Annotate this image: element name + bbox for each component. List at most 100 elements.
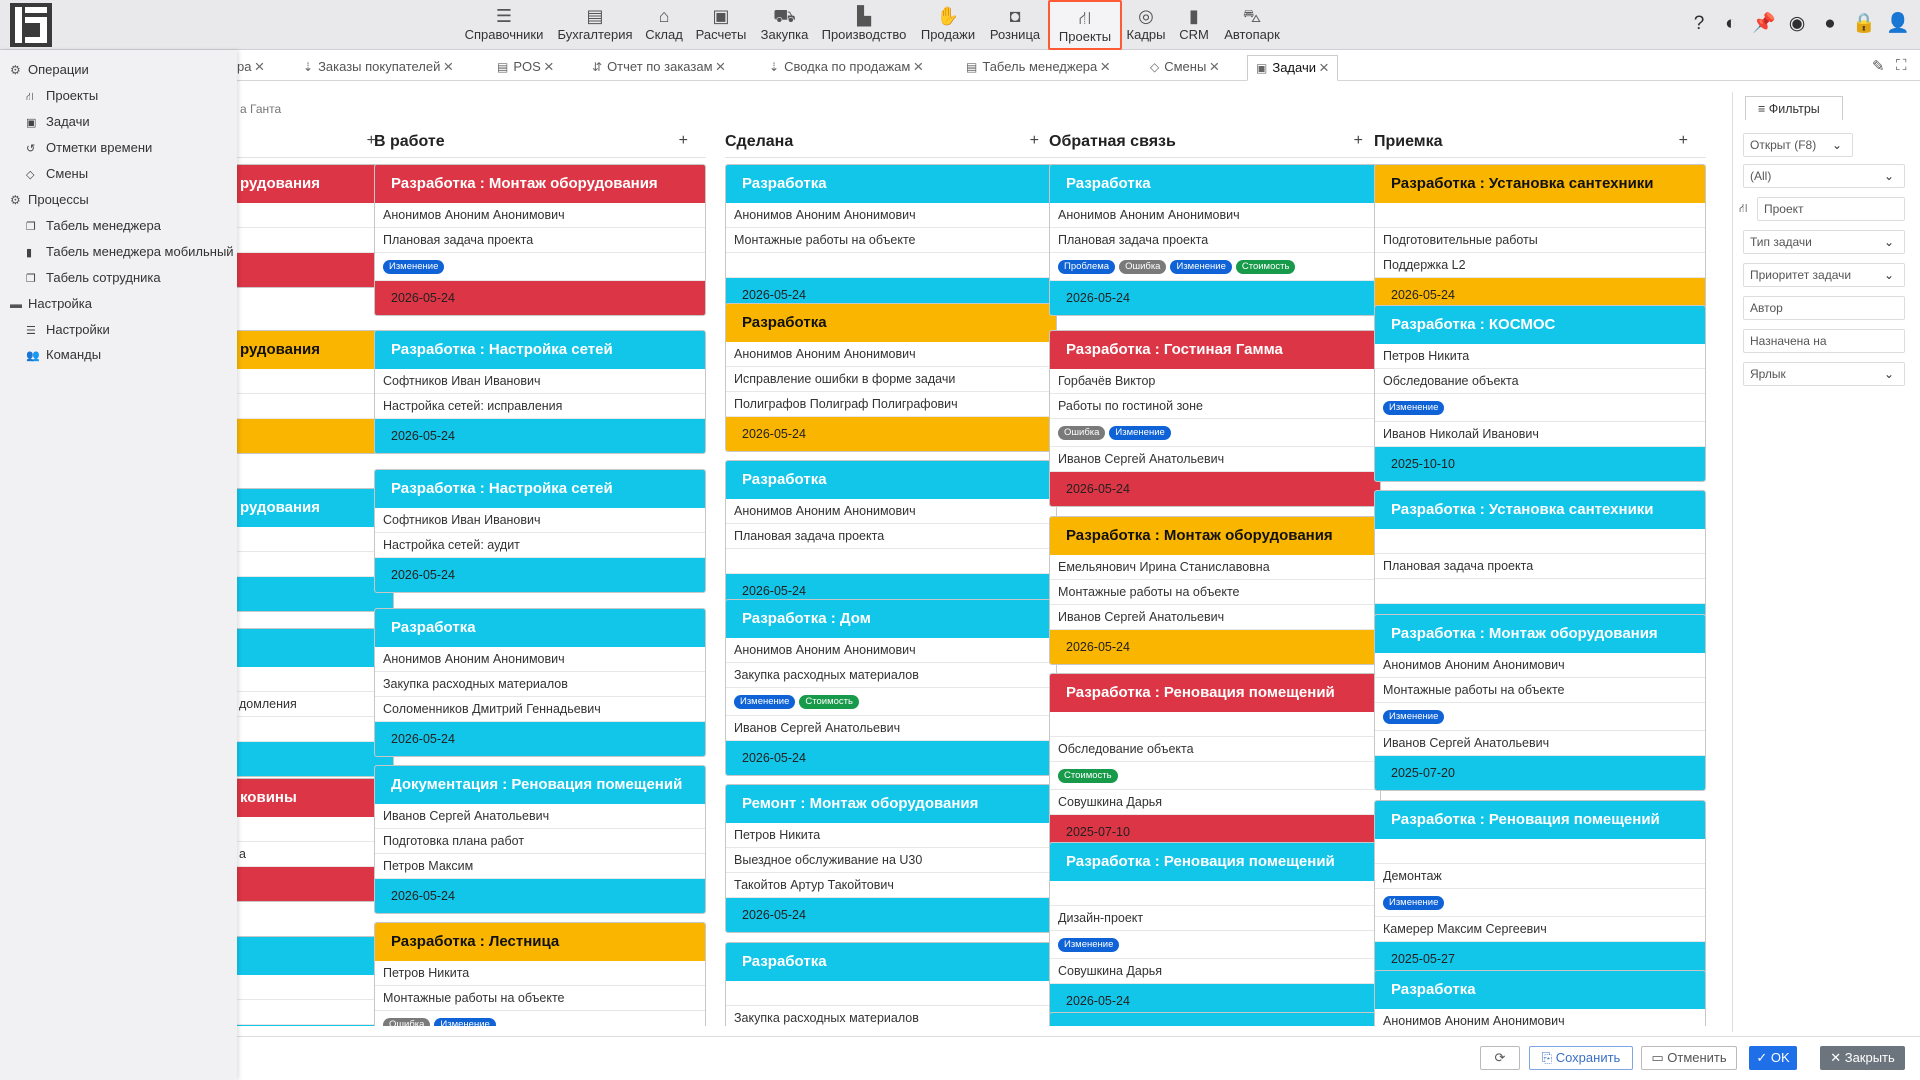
- card-title[interactable]: Разработка : Настройка сетей: [375, 470, 705, 508]
- add-card-button[interactable]: +: [1354, 132, 1363, 150]
- task-card[interactable]: рудования: [237, 164, 394, 288]
- task-card[interactable]: домления: [237, 628, 394, 777]
- tab-item[interactable]: ◇ Смены ×: [1150, 55, 1219, 81]
- close-tab-icon[interactable]: ×: [913, 57, 923, 76]
- module-accounting[interactable]: ▤ Бухгалтерия: [553, 0, 637, 50]
- card-title[interactable]: Разработка: [1050, 165, 1380, 203]
- module-reference[interactable]: ☰ Справочники: [463, 0, 545, 50]
- add-card-button[interactable]: +: [1030, 132, 1039, 150]
- card-title[interactable]: рудования: [237, 489, 393, 527]
- tab-item[interactable]: ▤ POS ×: [497, 55, 554, 81]
- card-title[interactable]: Разработка: [375, 609, 705, 647]
- task-card[interactable]: Разработка Закупка расходных материалов: [725, 942, 1057, 1026]
- cancel-button[interactable]: ▭ Отменить: [1641, 1046, 1737, 1070]
- card-title[interactable]: Разработка: [726, 165, 1056, 203]
- card-title[interactable]: Разработка : Монтаж оборудования: [1050, 517, 1380, 555]
- tag-badge[interactable]: Изменение: [383, 259, 445, 274]
- task-card[interactable]: Разработка Анонимов Аноним Анонимович Монт…: [725, 164, 1057, 313]
- close-tab-icon[interactable]: ×: [544, 57, 554, 76]
- tag-badge[interactable]: Изменение: [1058, 937, 1120, 952]
- card-title[interactable]: Разработка : Установка сантехники: [1375, 491, 1705, 529]
- card-title[interactable]: Разработка : Реновация помещений: [1375, 801, 1705, 839]
- filter-field[interactable]: Приоритет задачи ⌄: [1743, 263, 1905, 287]
- card-title[interactable]: Разработка : КОСМОС: [1375, 306, 1705, 344]
- tag-badge[interactable]: Изменение: [734, 694, 796, 709]
- sidebar-group[interactable]: ▬ Настройка: [10, 296, 92, 311]
- close-tab-icon[interactable]: ×: [1100, 57, 1110, 76]
- user-icon[interactable]: 👤: [1886, 12, 1910, 36]
- tab-item[interactable]: ра ×: [237, 55, 264, 81]
- card-title[interactable]: Разработка : Дом: [726, 600, 1056, 638]
- card-title[interactable]: [237, 629, 393, 667]
- module-sales[interactable]: ✋ Продажи: [917, 0, 979, 50]
- tag-badge[interactable]: Изменение: [1383, 400, 1445, 415]
- card-title[interactable]: рудования: [237, 331, 393, 369]
- card-title[interactable]: Разработка : Лестница: [375, 923, 705, 961]
- task-card[interactable]: Разработка : Настройка сетей Софтников Ив…: [374, 330, 706, 454]
- breadcrumb[interactable]: а Ганта: [240, 102, 281, 116]
- task-card[interactable]: Разработка Анонимов Аноним Анонимович Заку…: [374, 608, 706, 757]
- close-tab-icon[interactable]: ×: [1209, 57, 1219, 76]
- tag-badge[interactable]: Изменение: [1383, 709, 1445, 724]
- eye-icon[interactable]: ◉: [1785, 12, 1809, 36]
- task-card[interactable]: ковины а: [237, 778, 394, 902]
- card-title[interactable]: Разработка: [726, 304, 1056, 342]
- task-card[interactable]: Разработка : Реновация помещений Обследо…: [1049, 673, 1381, 850]
- module-hr[interactable]: ◎ Кадры: [1125, 0, 1167, 50]
- task-card[interactable]: рудования: [237, 488, 394, 612]
- task-card[interactable]: Разработка : Дом Анонимов Аноним Анонимов…: [725, 599, 1057, 776]
- task-card[interactable]: [1049, 1012, 1381, 1026]
- sidebar-item[interactable]: ↺ Отметки времени: [26, 140, 152, 155]
- tab-item[interactable]: ⇣ Заказы покупателей ×: [303, 55, 453, 81]
- module-fleet[interactable]: ⛍ Автопарк: [1219, 0, 1285, 50]
- task-card[interactable]: Разработка : Монтаж оборудования Анонимов…: [1374, 614, 1706, 791]
- filter-field[interactable]: Назначена на: [1743, 329, 1905, 353]
- sidebar-item[interactable]: ▣ Задачи: [26, 114, 90, 129]
- tag-badge[interactable]: Изменение: [1170, 259, 1232, 274]
- task-card[interactable]: Разработка Анонимов Аноним Анонимович: [1374, 970, 1706, 1026]
- card-title[interactable]: Разработка : Настройка сетей: [375, 331, 705, 369]
- task-card[interactable]: Разработка : Монтаж оборудования Анонимов…: [374, 164, 706, 316]
- card-title[interactable]: [237, 937, 393, 975]
- contrast-icon[interactable]: ◐: [1719, 12, 1743, 36]
- sidebar-item[interactable]: ▮ Табель менеджера мобильный: [26, 244, 234, 259]
- tag-badge[interactable]: Ошибка: [1119, 259, 1167, 274]
- task-card[interactable]: Разработка : Настройка сетей Софтников Ив…: [374, 469, 706, 593]
- card-title[interactable]: Разработка : Монтаж оборудования: [1375, 615, 1705, 653]
- task-card[interactable]: Разработка : Реновация помещений Дизайн-…: [1049, 842, 1381, 1019]
- tab-item[interactable]: ⇵ Отчет по заказам ×: [592, 55, 725, 81]
- module-retail[interactable]: ◘ Розница: [986, 0, 1044, 50]
- sidebar-item[interactable]: ❐ Табель менеджера: [26, 218, 161, 233]
- close-tab-icon[interactable]: ×: [1319, 58, 1329, 77]
- save-button[interactable]: ⎘ Сохранить: [1529, 1046, 1633, 1070]
- help-icon[interactable]: ?: [1687, 12, 1711, 36]
- card-title[interactable]: Разработка: [1375, 971, 1705, 1009]
- tag-badge[interactable]: Проблема: [1058, 259, 1116, 274]
- task-card[interactable]: Разработка : Установка сантехники Подгот…: [1374, 164, 1706, 313]
- task-card[interactable]: Разработка : Гостиная Гамма Горбачёв Викт…: [1049, 330, 1381, 507]
- task-card[interactable]: Разработка : Монтаж оборудования Емельяно…: [1049, 516, 1381, 665]
- card-title[interactable]: Разработка: [726, 461, 1056, 499]
- status-filter[interactable]: Открыт (F8) ⌄: [1743, 133, 1853, 157]
- chat-icon[interactable]: ●: [1818, 12, 1842, 36]
- module-purchase[interactable]: ⛟ Закупка: [757, 0, 812, 50]
- filters-tab[interactable]: ≡ Фильтры: [1745, 96, 1843, 120]
- close-tab-icon[interactable]: ×: [443, 57, 453, 76]
- close-button[interactable]: ✕ Закрыть: [1820, 1046, 1905, 1070]
- pin-icon[interactable]: 📌: [1752, 12, 1776, 36]
- module-payments[interactable]: ▣ Расчеты: [691, 0, 751, 50]
- task-card[interactable]: Разработка : КОСМОС Петров Никита Обследов…: [1374, 305, 1706, 482]
- task-card[interactable]: Разработка : Реновация помещений Демонта…: [1374, 800, 1706, 977]
- card-title[interactable]: ковины: [237, 779, 393, 817]
- tag-badge[interactable]: Стоимость: [799, 694, 859, 709]
- tag-badge[interactable]: Ошибка: [383, 1017, 431, 1026]
- close-tab-icon[interactable]: ×: [716, 57, 726, 76]
- fullscreen-icon[interactable]: ⛶: [1896, 57, 1907, 74]
- task-card[interactable]: Разработка Анонимов Аноним Анонимович Испр…: [725, 303, 1057, 452]
- card-title[interactable]: Разработка: [726, 943, 1056, 981]
- refresh-button[interactable]: ⟳: [1480, 1046, 1520, 1070]
- task-card[interactable]: [237, 936, 394, 1026]
- module-production[interactable]: ▙ Производство: [818, 0, 910, 50]
- close-tab-icon[interactable]: ×: [254, 57, 264, 76]
- module-projects[interactable]: ⛙ Проекты: [1048, 0, 1122, 50]
